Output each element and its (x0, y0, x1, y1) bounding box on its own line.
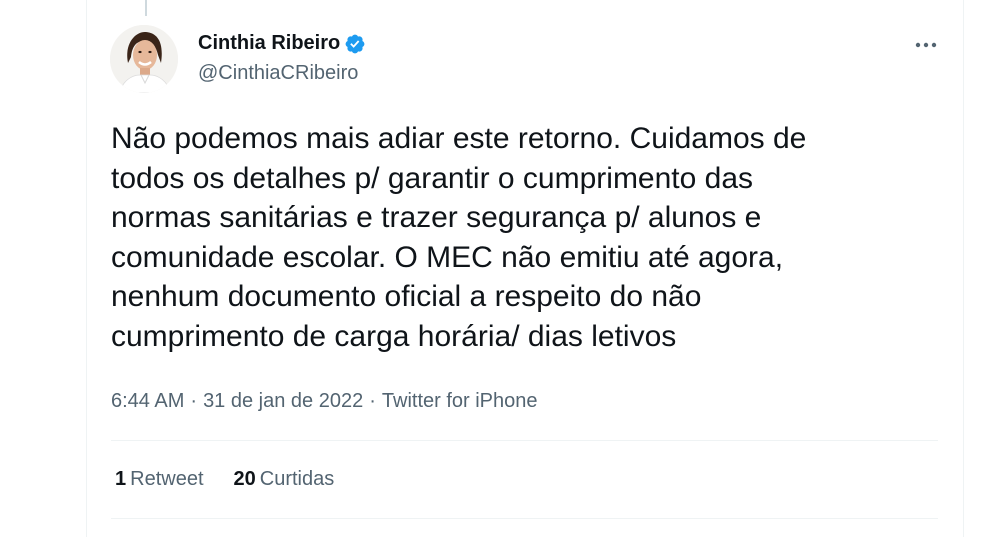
likes-label: Curtidas (259, 468, 335, 490)
divider (111, 518, 938, 519)
verified-badge-icon (344, 33, 366, 55)
tweet-date-link[interactable]: 31 de jan de 2022 (203, 390, 363, 413)
likes-count: 20 (233, 468, 256, 490)
likes-stat[interactable]: 20 Curtidas (234, 468, 335, 491)
retweets-label: Retweet (130, 468, 204, 490)
tweet-time-link[interactable]: 6:44 AM (111, 390, 184, 413)
thread-connector-line (145, 0, 147, 16)
tweet-stats: 1 Retweet 20 Curtidas (115, 468, 334, 491)
retweets-stat[interactable]: 1 Retweet (115, 468, 204, 491)
avatar[interactable] (110, 25, 178, 93)
tweet-source-link[interactable]: Twitter for iPhone (382, 390, 538, 413)
tweet-meta: 6:44 AM · 31 de jan de 2022 · Twitter fo… (111, 390, 538, 413)
meta-separator: · (369, 390, 376, 412)
retweets-count: 1 (115, 468, 127, 490)
meta-separator: · (190, 390, 198, 412)
author-handle[interactable]: @CinthiaCRibeiro (198, 62, 358, 85)
author-display-name[interactable]: Cinthia Ribeiro (198, 32, 340, 55)
divider (111, 440, 938, 441)
more-options-icon[interactable] (908, 30, 944, 60)
author-name-row[interactable]: Cinthia Ribeiro (198, 32, 366, 55)
tweet-text: Não podemos mais adiar este retorno. Cui… (111, 122, 807, 353)
